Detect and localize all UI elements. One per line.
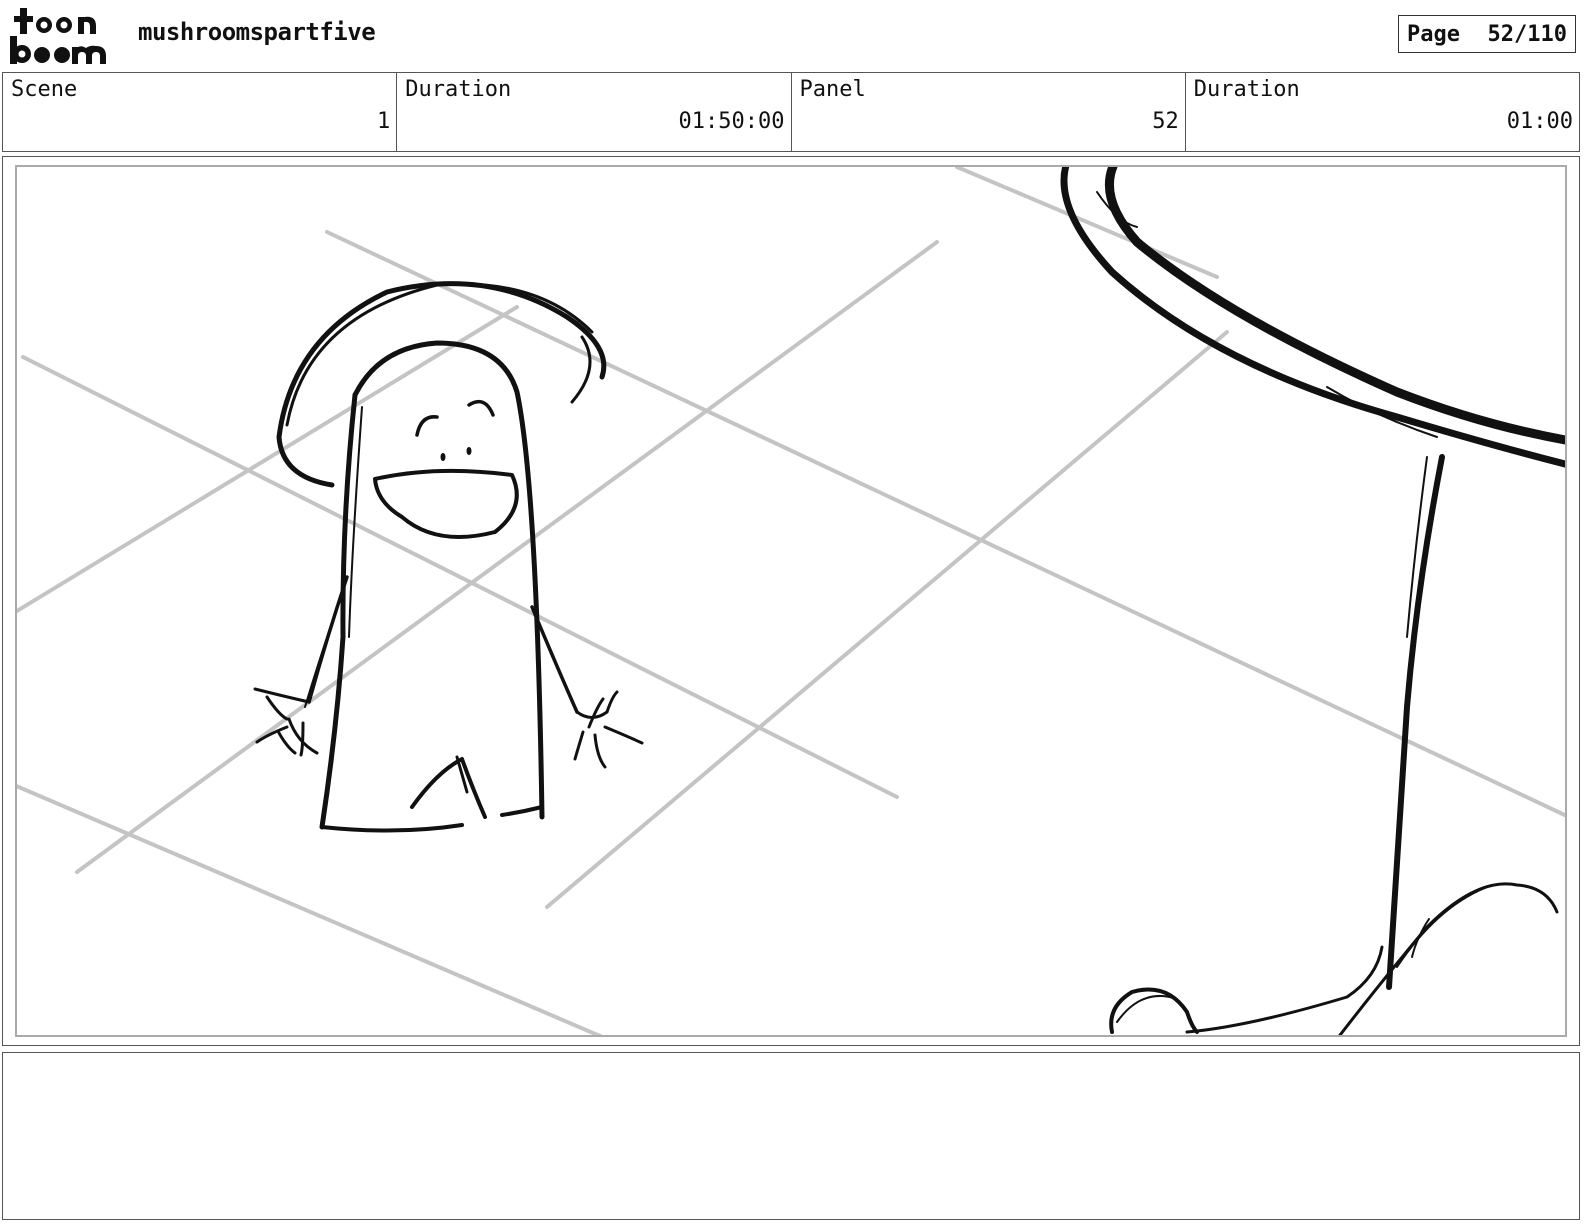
- large-mushroom-stem: [1060, 167, 1565, 1035]
- storyboard-panel-image: [15, 165, 1567, 1037]
- scene-duration-value: 01:50:00: [678, 109, 785, 134]
- mushroom-character: [253, 281, 644, 833]
- scene-cell: Scene 1: [3, 73, 398, 151]
- panel-cell: Panel 52: [792, 73, 1186, 151]
- panel-duration-label: Duration: [1193, 77, 1300, 102]
- page-indicator: Page 52/110: [1398, 15, 1576, 53]
- toon-boom-logo: [6, 6, 118, 68]
- scene-duration-label: Duration: [405, 77, 512, 102]
- panel-info-row: Scene 1 Duration 01:50:00 Panel 52 Durat…: [2, 72, 1580, 152]
- project-title: mushroomspartfive: [138, 18, 376, 46]
- storyboard-sketch: [17, 167, 1565, 1035]
- scene-label: Scene: [11, 77, 78, 102]
- panel-value: 52: [1152, 109, 1179, 134]
- storyboard-panel-frame: [2, 156, 1580, 1046]
- panel-duration-cell: Duration 01:00: [1186, 73, 1579, 151]
- scene-duration-cell: Duration 01:50:00: [397, 73, 792, 151]
- panel-duration-value: 01:00: [1506, 109, 1573, 134]
- panel-label: Panel: [799, 77, 866, 102]
- page-label: Page: [1407, 21, 1460, 47]
- scene-value: 1: [377, 109, 391, 134]
- panel-notes-area: [2, 1052, 1580, 1220]
- page-number: 52/110: [1487, 21, 1567, 47]
- floor-grid-lines: [17, 167, 1565, 1035]
